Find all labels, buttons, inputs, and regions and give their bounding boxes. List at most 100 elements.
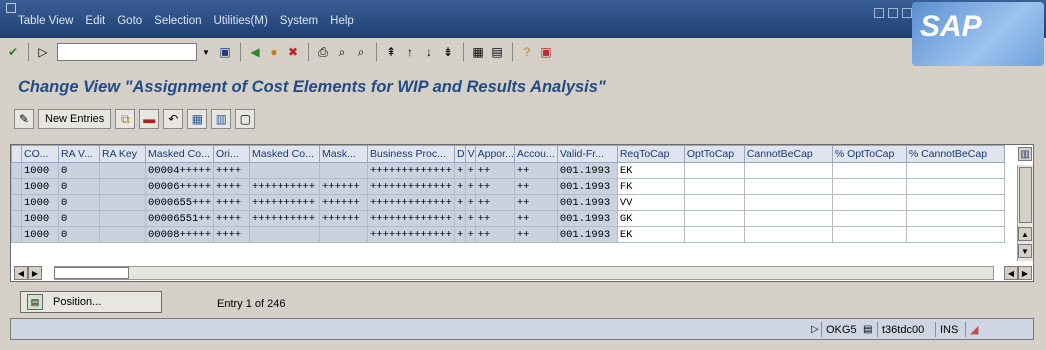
- maximize-icon[interactable]: [888, 8, 898, 18]
- table-cell-input[interactable]: EK: [616, 162, 685, 179]
- table-cell-input[interactable]: [831, 226, 907, 243]
- column-header[interactable]: Valid-Fr...: [556, 145, 618, 163]
- menu-selection[interactable]: Selection: [154, 15, 201, 27]
- menu-table-view[interactable]: Table View: [18, 15, 73, 27]
- row-selector[interactable]: [11, 162, 22, 179]
- row-selector[interactable]: [11, 210, 22, 227]
- deselect-all-icon[interactable]: ▢: [235, 109, 256, 129]
- help-icon[interactable]: ?: [518, 43, 536, 61]
- scroll-down-icon[interactable]: ▼: [1018, 244, 1032, 258]
- row-selector-header[interactable]: [11, 145, 22, 163]
- enter-icon[interactable]: ✔: [4, 43, 22, 61]
- scroll-right-icon[interactable]: ▶: [1018, 266, 1032, 280]
- undo-icon[interactable]: ↶: [163, 109, 184, 129]
- table-cell-input[interactable]: [905, 194, 1005, 211]
- table-cell-input[interactable]: [905, 178, 1005, 195]
- select-block-icon[interactable]: ▥: [211, 109, 232, 129]
- table-cell-input[interactable]: [831, 162, 907, 179]
- menu-system[interactable]: System: [280, 15, 318, 27]
- column-header[interactable]: RA Key: [99, 145, 146, 163]
- menu-help[interactable]: Help: [330, 15, 354, 27]
- last-page-icon[interactable]: ⇟: [439, 43, 457, 61]
- table-cell-input[interactable]: [743, 178, 833, 195]
- close-icon[interactable]: [902, 8, 912, 18]
- table-cell-input[interactable]: [831, 210, 907, 227]
- column-header[interactable]: CannotBeCap: [743, 145, 833, 163]
- table-cell-input[interactable]: [905, 162, 1005, 179]
- column-header[interactable]: ReqToCap: [616, 145, 685, 163]
- table-cell-input[interactable]: [683, 178, 745, 195]
- table-cell-input[interactable]: VV: [616, 194, 685, 211]
- layout-menu-icon[interactable]: ▣: [537, 43, 555, 61]
- input-mode[interactable]: INS: [935, 322, 962, 337]
- column-header[interactable]: RA V...: [58, 145, 100, 163]
- shortcut-icon[interactable]: ▤: [488, 43, 506, 61]
- fixed-scroll-left-icon[interactable]: ◀: [14, 266, 28, 280]
- command-field[interactable]: [57, 43, 197, 61]
- exit-icon[interactable]: ●: [265, 43, 283, 61]
- horizontal-scroll-thumb[interactable]: [54, 267, 129, 279]
- table-cell-input[interactable]: [743, 162, 833, 179]
- play-icon[interactable]: ▷: [34, 43, 52, 61]
- table-cell-input[interactable]: [743, 194, 833, 211]
- first-page-icon[interactable]: ⇞: [382, 43, 400, 61]
- dropdown-icon[interactable]: ▼: [197, 43, 215, 61]
- back-icon[interactable]: ◀: [246, 43, 264, 61]
- column-header[interactable]: Ori...: [213, 145, 250, 163]
- find-next-icon[interactable]: ⌕: [352, 43, 370, 61]
- column-header[interactable]: Appor...: [474, 145, 515, 163]
- scroll-left-icon[interactable]: ◀: [1004, 266, 1018, 280]
- table-cell-input[interactable]: GK: [616, 210, 685, 227]
- table-cell-input[interactable]: FK: [616, 178, 685, 195]
- table-cell-input[interactable]: [831, 194, 907, 211]
- column-header[interactable]: Mask...: [319, 145, 368, 163]
- table-cell-input[interactable]: [831, 178, 907, 195]
- fixed-scroll-right-icon[interactable]: ▶: [28, 266, 42, 280]
- table-cell-input[interactable]: [743, 210, 833, 227]
- print-icon[interactable]: ⎙: [314, 43, 332, 61]
- column-header[interactable]: D: [454, 145, 466, 163]
- table-cell-input[interactable]: EK: [616, 226, 685, 243]
- find-icon[interactable]: ⌕: [333, 43, 351, 61]
- row-selector[interactable]: [11, 226, 22, 243]
- save-icon[interactable]: ▣: [216, 43, 234, 61]
- table-cell-input[interactable]: [683, 226, 745, 243]
- window-icon[interactable]: [6, 3, 16, 13]
- menu-edit[interactable]: Edit: [85, 15, 105, 27]
- new-entries-button[interactable]: New Entries: [38, 109, 112, 129]
- row-selector[interactable]: [11, 178, 22, 195]
- column-header[interactable]: Masked Co...: [145, 145, 214, 163]
- row-selector[interactable]: [11, 194, 22, 211]
- menu-goto[interactable]: Goto: [117, 15, 142, 27]
- table-cell-input[interactable]: [905, 226, 1005, 243]
- minimize-icon[interactable]: [874, 8, 884, 18]
- column-header[interactable]: V: [464, 145, 476, 163]
- scroll-up-icon[interactable]: ▲: [1018, 227, 1032, 241]
- table-cell-input[interactable]: [743, 226, 833, 243]
- cancel-icon[interactable]: ✖: [284, 43, 302, 61]
- column-header[interactable]: % OptToCap: [831, 145, 907, 163]
- vertical-scroll-thumb[interactable]: [1019, 167, 1032, 223]
- copy-icon[interactable]: ⧉: [115, 109, 136, 129]
- select-all-icon[interactable]: ▦: [187, 109, 208, 129]
- column-header[interactable]: OptToCap: [683, 145, 745, 163]
- column-header[interactable]: CO...: [21, 145, 59, 163]
- next-page-icon[interactable]: ↓: [420, 43, 438, 61]
- system-info-icon[interactable]: ▤: [859, 322, 876, 337]
- horizontal-scrollbar[interactable]: [54, 266, 994, 280]
- menu-utilities[interactable]: Utilities(M): [213, 15, 267, 27]
- column-header[interactable]: Accou...: [513, 145, 558, 163]
- position-button[interactable]: ▤ Position...: [20, 291, 162, 313]
- column-header[interactable]: % CannotBeCap: [905, 145, 1005, 163]
- table-cell-input[interactable]: [683, 210, 745, 227]
- column-header[interactable]: Masked Co...: [249, 145, 320, 163]
- delete-icon[interactable]: ▬: [139, 109, 160, 129]
- table-cell-input[interactable]: [683, 194, 745, 211]
- create-session-icon[interactable]: ▦: [469, 43, 487, 61]
- previous-page-icon[interactable]: ↑: [401, 43, 419, 61]
- table-cell-input[interactable]: [905, 210, 1005, 227]
- display-change-icon[interactable]: ✎: [14, 109, 34, 129]
- column-header[interactable]: Business Proc...: [367, 145, 455, 163]
- column-settings-icon[interactable]: ▥: [1018, 147, 1032, 161]
- table-cell-input[interactable]: [683, 162, 745, 179]
